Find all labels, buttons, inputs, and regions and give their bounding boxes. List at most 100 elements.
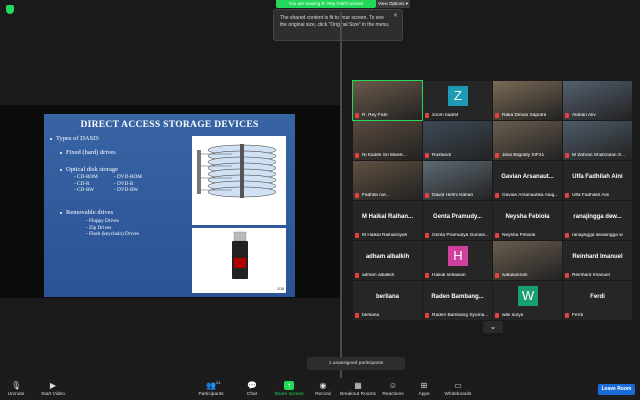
breakout-rooms-button[interactable]: ▦ Breakout Rooms: [340, 378, 376, 400]
mic-muted-icon: [495, 233, 499, 238]
participant-name-label: David Helmi Kahari: [432, 193, 474, 198]
whiteboards-label: Whiteboards: [444, 392, 472, 397]
mic-muted-icon: [355, 113, 359, 118]
participant-tile[interactable]: Wwibi surya: [493, 281, 562, 320]
chat-button[interactable]: 💬 Chat: [242, 378, 262, 400]
bullet-types: Types of DASD:: [56, 135, 100, 142]
viewing-screen-banner: You are viewing R. Rey Fatri's screen: [276, 0, 376, 8]
reactions-button[interactable]: ☺ Reactions: [380, 378, 406, 400]
participant-name-label: Ferdi: [572, 313, 583, 318]
participant-name-label: ivatuliannah: [502, 273, 528, 278]
mic-muted-icon: [425, 273, 429, 278]
participant-display-name: Raden Bambang...: [431, 294, 484, 300]
participant-tile[interactable]: Ulfa Fadhilah Aini Ulfa Fadhilah Aini: [563, 161, 632, 200]
mic-muted-icon: [425, 313, 429, 318]
leave-room-button[interactable]: Leave Room: [598, 384, 635, 395]
participant-name-label: ranajingga dewangga w: [572, 233, 623, 238]
presentation-slide: DIRECT ACCESS STORAGE DEVICES Types of D…: [44, 114, 295, 297]
participant-tile[interactable]: Ni Kadek Sri Manik...: [353, 121, 422, 160]
participant-tile[interactable]: Genta Pramudy... Genta Pramudya Gunaw...: [423, 201, 492, 240]
participant-name-label: Aldrian Aliv: [572, 113, 596, 118]
security-shield-icon[interactable]: [6, 5, 14, 14]
participant-name-label: Raka Dimas Saputra: [502, 113, 547, 118]
participant-tile[interactable]: ranajingga dew... ranajingga dewangga w: [563, 201, 632, 240]
close-icon[interactable]: ✕: [393, 13, 398, 20]
mic-muted-icon: [355, 193, 359, 198]
participant-tile[interactable]: R. Rey Fatri: [352, 80, 423, 121]
slide-page-number: 2/18: [277, 287, 284, 291]
participant-tile[interactable]: David Helmi Kahari: [423, 161, 492, 200]
participant-tile[interactable]: Zzoom baa04: [423, 81, 492, 120]
mic-muted-icon: [425, 113, 429, 118]
start-video-label: Start Video: [41, 392, 65, 397]
reactions-icon: ☺: [388, 381, 398, 390]
participant-avatar: H: [448, 246, 468, 266]
split-view-divider[interactable]: [340, 12, 342, 378]
start-video-button[interactable]: ▶ Start Video: [38, 378, 68, 400]
participant-display-name: adham albalkih: [365, 254, 410, 260]
mic-muted-icon: [425, 193, 429, 198]
breakout-rooms-label: Breakout Rooms: [340, 392, 376, 397]
participant-tile[interactable]: Aldrian Aliv: [563, 81, 632, 120]
participant-tile[interactable]: Jibal Bilgoldy SIF21: [493, 121, 562, 160]
participant-display-name: Reinhard Imanuel: [572, 254, 623, 260]
mic-muted-icon: [565, 113, 569, 118]
chat-label: Chat: [246, 392, 258, 397]
mic-muted-icon: [355, 273, 359, 278]
participant-tile[interactable]: Ferdi Ferdi: [563, 281, 632, 320]
participant-display-name: Ulfa Fadhilah Aini: [572, 174, 623, 180]
participant-tile[interactable]: Gavian Arsanaut... Gavian Arsanautika Alu…: [493, 161, 562, 200]
share-screen-label: Share Screen: [274, 392, 304, 397]
participant-tile[interactable]: ivatuliannah: [493, 241, 562, 280]
participant-tile[interactable]: Reinhard Imanuel Reinhard Imanuel: [563, 241, 632, 280]
apps-button[interactable]: ⊞ Apps: [414, 378, 434, 400]
participant-tile[interactable]: H Haikal setiawan: [423, 241, 492, 280]
whiteboard-icon: ▭: [454, 381, 462, 390]
participant-tile[interactable]: adham albalkih adham albalkih: [353, 241, 422, 280]
mic-muted-icon: [565, 273, 569, 278]
participant-name-label: Reinhard Imanuel: [572, 273, 610, 278]
participant-display-name: Ferdi: [590, 294, 605, 300]
participants-button[interactable]: 👥 24 Participants: [196, 378, 226, 400]
participant-tile[interactable]: M Zahran Shahzidan S...: [563, 121, 632, 160]
participant-name-label: Ulfa Fadhilah Aini: [572, 193, 610, 198]
participant-tile[interactable]: Raka Dimas Saputra: [493, 81, 562, 120]
unassigned-participants-notice[interactable]: 1 unassigned participants: [307, 357, 405, 370]
record-button[interactable]: ◉ Record: [311, 378, 335, 400]
participant-name-label: zoom baa04: [432, 113, 459, 118]
slide-title: DIRECT ACCESS STORAGE DEVICES: [80, 120, 259, 130]
participant-tile[interactable]: M Haikal Raihan... M Haikal Raihansyah: [353, 201, 422, 240]
participant-name-label: wibi surya: [502, 313, 524, 318]
unmute-button[interactable]: 🎙 Unmute: [4, 378, 28, 400]
participant-tile[interactable]: Rusfandi: [423, 121, 492, 160]
record-label: Record: [315, 392, 331, 397]
participant-tile[interactable]: Fadhila nur...: [353, 161, 422, 200]
participant-display-name: Genta Pramudy...: [433, 214, 482, 220]
gallery-next-page-chevron-down-icon[interactable]: ⌄: [483, 321, 503, 333]
mic-muted-icon: [495, 113, 499, 118]
whiteboards-button[interactable]: ▭ Whiteboards: [442, 378, 474, 400]
participant-name-label: Neysha Febiola: [502, 233, 536, 238]
participant-display-name: ranajingga dew...: [573, 214, 622, 220]
share-screen-button[interactable]: ↑ Share Screen: [274, 378, 304, 400]
participant-tile[interactable]: Neysha Febiola Neysha Febiola: [493, 201, 562, 240]
apps-label: Apps: [418, 392, 430, 397]
bullet-fixed: Fixed (hard) drives: [66, 149, 116, 156]
meeting-toolbar: 🎙 Unmute ▶ Start Video 👥 24 Participants…: [0, 378, 640, 400]
participant-avatar: W: [518, 286, 538, 306]
mic-muted-icon: [495, 313, 499, 318]
mic-muted-icon: [425, 233, 429, 238]
participant-display-name: M Haikal Raihan...: [361, 214, 413, 220]
participant-name-label: R. Rey Fatri: [362, 113, 388, 118]
participant-display-name: berliana: [375, 294, 399, 300]
participant-avatar: Z: [448, 86, 468, 106]
mic-muted-icon: 🎙: [11, 381, 22, 390]
participant-tile[interactable]: Raden Bambang... Raden Bambang Syuma...: [423, 281, 492, 320]
mic-muted-icon: [355, 153, 359, 158]
bullet-optical: Optical disk storage: [66, 166, 118, 173]
disk-pack-diagram: [192, 136, 286, 225]
usb-drive-photo: 2/18: [192, 228, 286, 293]
participant-tile[interactable]: berliana berliana: [353, 281, 422, 320]
view-options-button[interactable]: View Options ▾: [376, 0, 410, 8]
participant-name-label: M Haikal Raihansyah: [362, 233, 408, 238]
